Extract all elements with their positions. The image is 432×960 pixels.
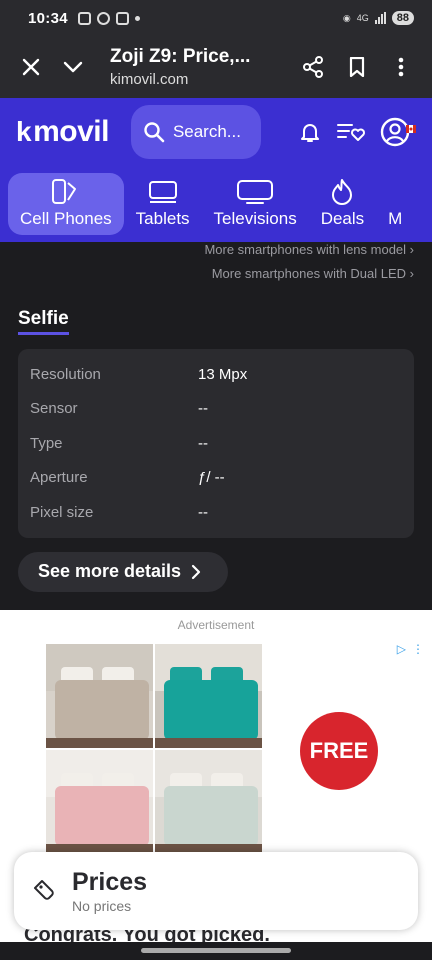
main-content: More smartphones with lens model › More … (0, 242, 432, 610)
signal-icon (374, 12, 386, 24)
more-vert-icon[interactable] (384, 50, 418, 84)
ad-menu-icon: ⋮ (412, 642, 424, 656)
section-title-selfie: Selfie (18, 308, 69, 335)
prices-title: Prices (72, 868, 148, 896)
browser-actions (296, 50, 418, 84)
spec-label: Pixel size (30, 503, 94, 521)
category-label: Deals (320, 209, 365, 228)
page-url: kimovil.com (110, 71, 189, 88)
ad-image (46, 644, 153, 748)
ad-choices-icon[interactable]: ▷ ⋮ (397, 642, 424, 656)
screenshot-icon (77, 11, 91, 25)
category-label: M (388, 209, 403, 228)
phone-icon (51, 179, 76, 204)
status-right: ◉ 4G 88 (343, 11, 414, 25)
network-type: 4G (356, 13, 369, 23)
category-televisions[interactable]: Televisions (202, 173, 309, 235)
spec-value: -- (198, 400, 208, 418)
logo-text: movil (33, 115, 109, 148)
status-bar: 10:34 ◉ 4G 88 (0, 0, 432, 36)
page-title-block: Zoji Z9: Price,... kimovil.com (110, 46, 296, 88)
spec-value: ƒ/ -- (198, 469, 225, 487)
bookmark-icon[interactable] (340, 50, 374, 84)
spec-row: Sensor -- (18, 392, 414, 427)
chevron-down-icon[interactable] (56, 50, 90, 84)
spec-label: Type (30, 434, 63, 452)
see-more-details-button[interactable]: See more details (18, 551, 228, 592)
tablet-icon (148, 181, 177, 203)
close-icon[interactable] (14, 50, 48, 84)
instagram-icon (115, 11, 129, 25)
prices-subtitle: No prices (72, 898, 132, 914)
wishlist-icon[interactable] (336, 121, 366, 143)
battery-icon: 88 (391, 11, 414, 25)
search-label: Search... (172, 122, 241, 141)
header-icons (298, 116, 416, 148)
category-deals[interactable]: Deals (309, 173, 376, 235)
logo-mark: k (16, 116, 32, 147)
more-notifications-icon (134, 15, 140, 21)
site-logo[interactable]: k movil (16, 115, 109, 149)
category-label: Tablets (135, 209, 190, 228)
spec-row: Type -- (18, 426, 414, 461)
share-icon[interactable] (296, 50, 330, 84)
bell-icon[interactable] (298, 120, 322, 144)
category-cell-phones[interactable]: Cell Phones (8, 173, 124, 235)
search-icon (144, 122, 165, 143)
prices-card[interactable]: Prices No prices (14, 852, 418, 930)
category-more[interactable]: M (376, 173, 414, 235)
site-header: k movil Search... (0, 98, 432, 166)
details-button-label: See more details (38, 561, 182, 581)
ad-label: Advertisement (177, 618, 255, 632)
ad-image-grid (46, 644, 262, 854)
ad-free-badge: FREE (300, 712, 378, 790)
account-icon[interactable] (380, 116, 416, 148)
home-handle[interactable] (141, 948, 291, 953)
status-time: 10:34 (28, 9, 68, 27)
ad-play-icon: ▷ (396, 642, 406, 656)
price-tag-icon (34, 880, 54, 900)
category-label: Televisions (213, 209, 297, 228)
notification-icons (77, 11, 140, 25)
flame-icon (332, 179, 353, 205)
system-nav-bar (0, 942, 432, 960)
ad-image (46, 750, 153, 854)
spec-label: Sensor (30, 400, 78, 418)
spec-table: Resolution 13 Mpx Sensor -- Type -- Aper… (18, 349, 414, 538)
spec-value: 13 Mpx (198, 365, 248, 383)
category-label: Cell Phones (20, 209, 112, 228)
browser-toolbar: Zoji Z9: Price,... kimovil.com (0, 36, 432, 98)
spec-row: Pixel size -- (18, 495, 414, 530)
chrome-icon (96, 11, 110, 25)
page-title: Zoji Z9: Price,... (110, 46, 251, 67)
prices-text: Prices No prices (72, 868, 147, 914)
spec-value: -- (198, 434, 208, 452)
spec-label: Aperture (30, 469, 88, 487)
ad-image (155, 750, 262, 854)
spec-label: Resolution (30, 365, 101, 383)
link-lens-model[interactable]: More smartphones with lens model › (0, 242, 432, 262)
spec-row: Aperture ƒ/ -- (18, 461, 414, 496)
link-dual-led[interactable]: More smartphones with Dual LED › (0, 262, 432, 286)
category-tablets[interactable]: Tablets (124, 173, 202, 235)
spec-row: Resolution 13 Mpx (18, 357, 414, 392)
hotspot-icon: ◉ (342, 12, 351, 23)
ad-image (155, 644, 262, 748)
category-nav: Cell Phones Tablets Televisions Deals M (0, 166, 432, 242)
tv-icon (237, 180, 274, 204)
spec-value: -- (198, 503, 208, 521)
chevron-right-icon (191, 564, 201, 579)
search-button[interactable]: Search... (130, 105, 261, 159)
